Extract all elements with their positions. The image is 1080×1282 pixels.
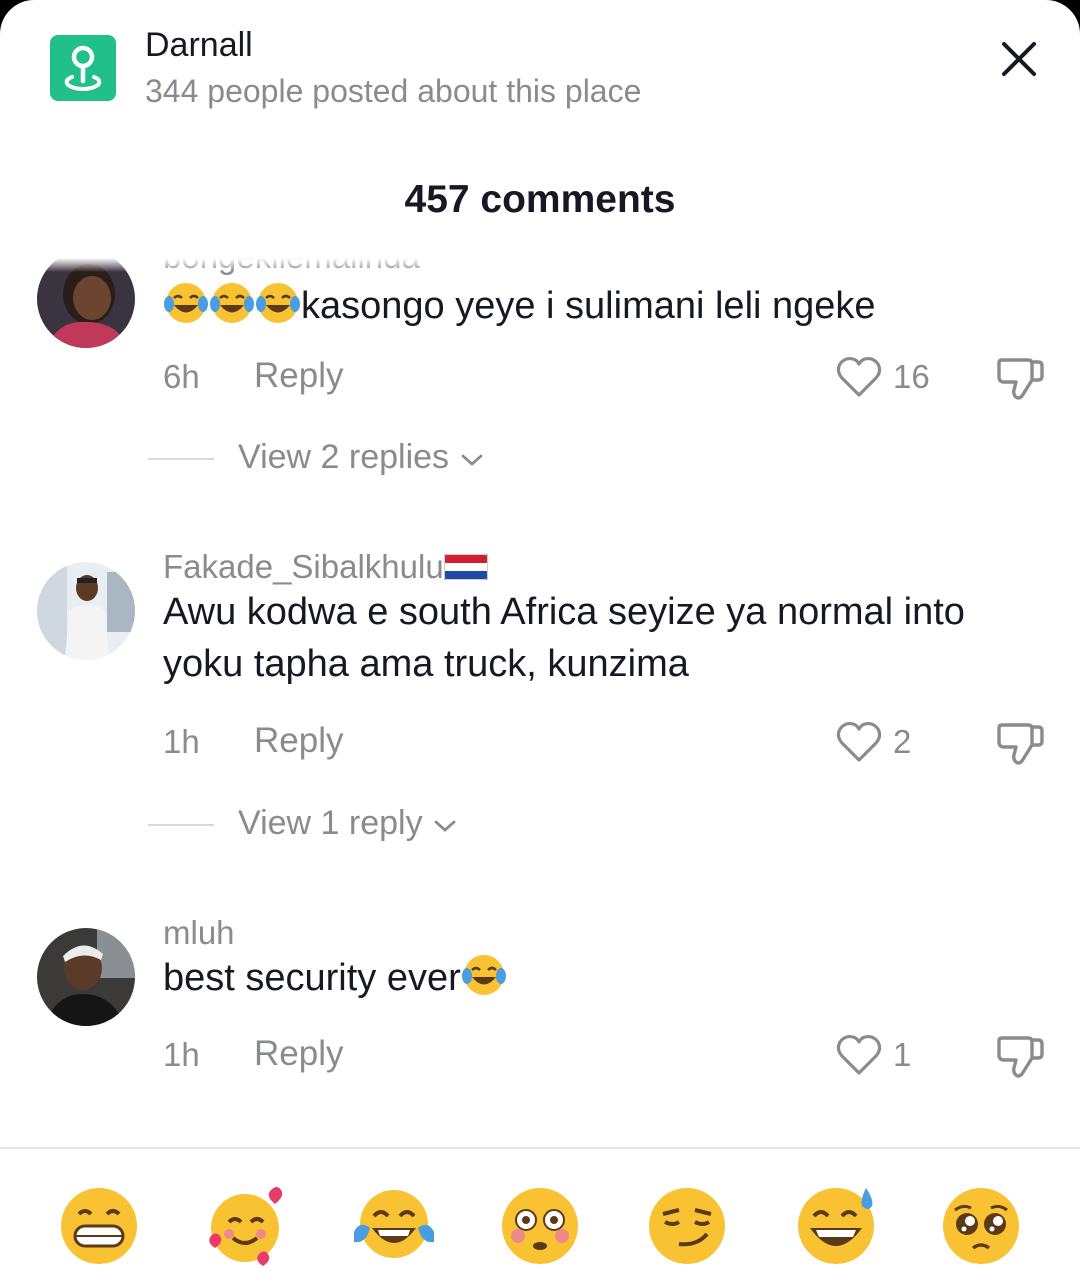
flushed-face-icon	[502, 1188, 578, 1264]
close-button[interactable]	[996, 36, 1042, 82]
dislike-button[interactable]	[994, 1032, 1046, 1080]
like-count: 2	[893, 723, 912, 760]
smiling-face-with-hearts-icon	[209, 1187, 283, 1266]
avatar[interactable]	[37, 928, 135, 1026]
face-with-tears-of-joy-emoji-button[interactable]	[352, 1184, 436, 1268]
thumbs-down-icon	[997, 723, 1044, 765]
comment-text-body: kasongo yeye i sulimani leli ngeke	[301, 285, 876, 327]
face-with-tears-of-joy-icon	[209, 280, 255, 326]
dislike-button[interactable]	[994, 719, 1046, 767]
place-subtitle: 344 people posted about this place	[145, 73, 642, 109]
place-card[interactable]: Darnall 344 people posted about this pla…	[0, 0, 1080, 130]
view-replies-label: View 2 replies	[238, 438, 450, 476]
replies-divider	[148, 458, 214, 460]
replies-divider	[148, 824, 214, 826]
like-button[interactable]	[836, 355, 882, 399]
thumbs-down-icon	[997, 358, 1044, 400]
grinning-face-icon	[61, 1188, 137, 1264]
comment-username-text: Fakade_Sibalkhulu	[163, 548, 444, 585]
comment-list[interactable]: bongekilemalinda kasongo yeye i sulimani…	[0, 258, 1080, 1148]
smirking-face-icon	[649, 1188, 725, 1264]
quick-emoji-bar	[0, 1150, 1080, 1282]
netherlands-flag-icon	[443, 554, 488, 580]
location-pin-icon	[50, 35, 116, 101]
comment-username[interactable]: mluh	[163, 914, 235, 952]
like-button[interactable]	[836, 720, 882, 764]
reply-button[interactable]: Reply	[254, 356, 343, 396]
view-replies-button[interactable]: View 2 replies	[238, 438, 485, 477]
avatar[interactable]	[37, 562, 135, 660]
comment-time: 6h	[163, 358, 200, 395]
close-icon	[1002, 42, 1036, 76]
view-replies-label: View 1 reply	[238, 804, 423, 842]
dislike-button[interactable]	[994, 354, 1046, 402]
reply-button[interactable]: Reply	[254, 1034, 343, 1074]
heart-icon	[836, 1034, 882, 1075]
comment-text: best security ever	[163, 952, 1023, 1004]
comment-time: 1h	[163, 723, 200, 760]
comment-text: Awu kodwa e south Africa seyize ya norma…	[163, 591, 965, 685]
chevron-down-icon	[461, 454, 482, 466]
like-button[interactable]	[836, 1033, 882, 1077]
pleading-face-emoji-button[interactable]	[939, 1184, 1023, 1268]
flushed-face-emoji-button[interactable]	[498, 1184, 582, 1268]
face-with-tears-of-joy-icon	[255, 280, 301, 326]
comments-count-title: 457 comments	[404, 178, 676, 221]
comment-text: kasongo yeye i sulimani leli ngeke	[163, 280, 1023, 332]
comment-time: 1h	[163, 1036, 200, 1073]
pleading-face-icon	[943, 1188, 1019, 1264]
heart-icon	[836, 721, 882, 762]
smirking-face-emoji-button[interactable]	[645, 1184, 729, 1268]
emoji-bar-divider	[0, 1147, 1080, 1149]
grinning-face-with-sweat-icon	[798, 1188, 874, 1264]
comment-username[interactable]: Fakade_Sibalkhulu	[163, 548, 488, 586]
view-replies-button[interactable]: View 1 reply	[238, 804, 458, 843]
place-name: Darnall	[145, 26, 253, 64]
face-with-tears-of-joy-icon	[163, 280, 209, 326]
list-fade	[0, 258, 1080, 272]
grinning-face-emoji-button[interactable]	[57, 1184, 141, 1268]
heart-icon	[836, 356, 882, 397]
thumbs-down-icon	[997, 1036, 1044, 1078]
reply-button[interactable]: Reply	[254, 721, 343, 761]
like-count: 16	[893, 358, 930, 395]
face-with-tears-of-joy-icon	[354, 1190, 434, 1258]
grinning-face-with-sweat-emoji-button[interactable]	[794, 1184, 878, 1268]
comments-sheet: Darnall 344 people posted about this pla…	[0, 0, 1080, 1282]
smiling-face-with-hearts-emoji-button[interactable]	[203, 1184, 287, 1268]
like-count: 1	[893, 1036, 912, 1073]
face-with-tears-of-joy-icon	[461, 952, 507, 998]
chevron-down-icon	[434, 820, 456, 832]
comment-text-body: best security ever	[163, 957, 461, 999]
